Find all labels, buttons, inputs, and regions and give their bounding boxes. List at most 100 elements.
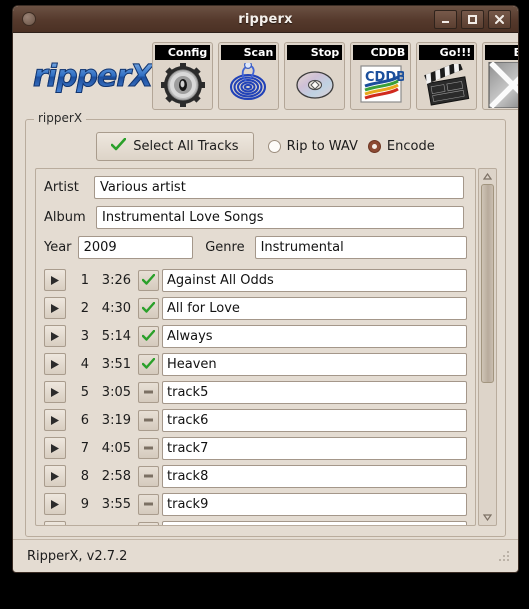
play-icon bbox=[51, 387, 59, 397]
track-title-input[interactable]: Always bbox=[162, 324, 467, 348]
status-bar: RipperX, v2.7.2 bbox=[13, 539, 518, 572]
scan-waves-icon bbox=[219, 60, 278, 109]
track-list: 1 3:26 Against All Odds 2 4:30 All for Love 3 5… bbox=[36, 266, 475, 525]
track-row: 3 5:14 Always bbox=[44, 322, 467, 350]
track-row: 4 3:51 Heaven bbox=[44, 350, 467, 378]
play-track-button[interactable] bbox=[44, 465, 66, 487]
track-title-input[interactable]: track5 bbox=[162, 380, 467, 404]
track-number: 3 bbox=[80, 328, 89, 344]
tracks-panel: Artist Various artist Album Instrumental… bbox=[35, 168, 497, 526]
play-icon bbox=[51, 471, 59, 481]
track-number: 8 bbox=[80, 468, 89, 484]
toolbar: ripperX Config Scan Stop CDDB CDDB Go!!! bbox=[13, 33, 518, 115]
play-track-button[interactable] bbox=[44, 325, 66, 347]
play-track-button[interactable] bbox=[44, 297, 66, 319]
clapperboard-icon bbox=[417, 60, 476, 109]
title-bar[interactable]: ripperx bbox=[13, 6, 518, 33]
genre-label: Genre bbox=[205, 240, 245, 255]
track-duration: 4:30 bbox=[101, 300, 131, 316]
exit-button-label: Exit bbox=[485, 45, 518, 60]
play-track-button[interactable] bbox=[44, 493, 66, 515]
play-track-button[interactable] bbox=[44, 269, 66, 291]
track-title-input[interactable]: Against All Odds bbox=[162, 268, 467, 292]
track-checkbox[interactable] bbox=[138, 409, 159, 431]
track-checkbox[interactable] bbox=[138, 297, 159, 319]
scroll-up-arrow-icon[interactable] bbox=[479, 169, 496, 184]
check-icon bbox=[142, 302, 155, 313]
track-title-input[interactable]: track6 bbox=[162, 408, 467, 432]
play-track-button[interactable] bbox=[44, 437, 66, 459]
play-track-button[interactable] bbox=[44, 353, 66, 375]
play-icon bbox=[51, 303, 59, 313]
window-menu-icon[interactable] bbox=[22, 12, 36, 26]
frame-label: ripperX bbox=[34, 111, 87, 125]
track-row: 2 4:30 All for Love bbox=[44, 294, 467, 322]
year-input[interactable]: 2009 bbox=[77, 236, 194, 259]
track-title-input[interactable]: Heaven bbox=[162, 352, 467, 376]
check-icon bbox=[142, 274, 155, 285]
x-cross-icon bbox=[483, 60, 518, 109]
track-duration: 2:58 bbox=[101, 468, 131, 484]
controls-row: Select All Tracks Rip to WAV Encode bbox=[26, 120, 505, 161]
album-input[interactable]: Instrumental Love Songs bbox=[96, 206, 464, 229]
track-row: 8 2:58 track8 bbox=[44, 462, 467, 490]
track-title-input[interactable]: track10 bbox=[162, 520, 467, 525]
play-track-button[interactable] bbox=[44, 381, 66, 403]
track-title-input[interactable]: track8 bbox=[162, 464, 467, 488]
artist-row: Artist Various artist bbox=[44, 176, 467, 199]
track-number: 5 bbox=[80, 384, 89, 400]
artist-input[interactable]: Various artist bbox=[94, 176, 464, 199]
radio-indicator-wav[interactable] bbox=[267, 140, 281, 153]
track-title-input[interactable]: track9 bbox=[162, 492, 467, 516]
select-all-tracks-button[interactable]: Select All Tracks bbox=[96, 132, 254, 161]
play-icon bbox=[51, 275, 59, 285]
track-title-input[interactable]: track7 bbox=[162, 436, 467, 460]
scan-button[interactable]: Scan bbox=[218, 42, 280, 110]
close-button[interactable] bbox=[488, 9, 511, 29]
track-row: 104:59 track10 bbox=[44, 518, 467, 525]
genre-input[interactable]: Instrumental bbox=[254, 236, 467, 259]
scroll-down-arrow-icon[interactable] bbox=[479, 510, 496, 525]
track-checkbox[interactable] bbox=[138, 437, 159, 459]
track-checkbox[interactable] bbox=[138, 465, 159, 487]
play-track-button[interactable] bbox=[44, 409, 66, 431]
dash-icon bbox=[144, 502, 153, 506]
check-icon bbox=[142, 330, 155, 341]
track-duration: 3:55 bbox=[101, 496, 131, 512]
rip-to-wav-radio[interactable]: Rip to WAV bbox=[267, 139, 358, 154]
resize-grip-icon[interactable] bbox=[498, 547, 510, 566]
track-title-input[interactable]: All for Love bbox=[162, 296, 467, 320]
track-checkbox[interactable] bbox=[138, 325, 159, 347]
track-checkbox[interactable] bbox=[138, 381, 159, 403]
ripperx-window: ripperx ripperX Config Scan Stop CDDB CD… bbox=[12, 5, 519, 573]
radio-indicator-encode[interactable] bbox=[367, 140, 381, 153]
track-checkbox[interactable] bbox=[138, 521, 159, 525]
scrollbar-track[interactable] bbox=[479, 184, 496, 510]
play-track-button[interactable] bbox=[44, 521, 66, 525]
go-button[interactable]: Go!!! bbox=[416, 42, 478, 110]
track-row: 1 3:26 Against All Odds bbox=[44, 266, 467, 294]
gear-icon bbox=[153, 60, 212, 109]
play-icon bbox=[51, 359, 59, 369]
track-number: 6 bbox=[80, 412, 89, 428]
app-logo: ripperX bbox=[21, 58, 153, 94]
scrollbar-thumb[interactable] bbox=[481, 184, 494, 383]
track-checkbox[interactable] bbox=[138, 269, 159, 291]
track-duration: 3:19 bbox=[101, 412, 131, 428]
config-button[interactable]: Config bbox=[152, 42, 214, 110]
track-row: 6 3:19 track6 bbox=[44, 406, 467, 434]
encode-radio[interactable]: Encode bbox=[367, 139, 435, 154]
maximize-button[interactable] bbox=[461, 9, 484, 29]
play-icon bbox=[51, 443, 59, 453]
stop-button[interactable]: Stop bbox=[284, 42, 346, 110]
cddb-button[interactable]: CDDB CDDB bbox=[350, 42, 412, 110]
stop-button-label: Stop bbox=[287, 45, 343, 60]
track-checkbox[interactable] bbox=[138, 493, 159, 515]
tracks-scrollbar[interactable] bbox=[478, 168, 497, 526]
track-checkbox[interactable] bbox=[138, 353, 159, 375]
cd-disc-icon bbox=[285, 60, 344, 109]
play-icon bbox=[51, 499, 59, 509]
exit-button[interactable]: Exit bbox=[482, 42, 518, 110]
select-all-tracks-label: Select All Tracks bbox=[133, 139, 239, 154]
minimize-button[interactable] bbox=[434, 9, 457, 29]
